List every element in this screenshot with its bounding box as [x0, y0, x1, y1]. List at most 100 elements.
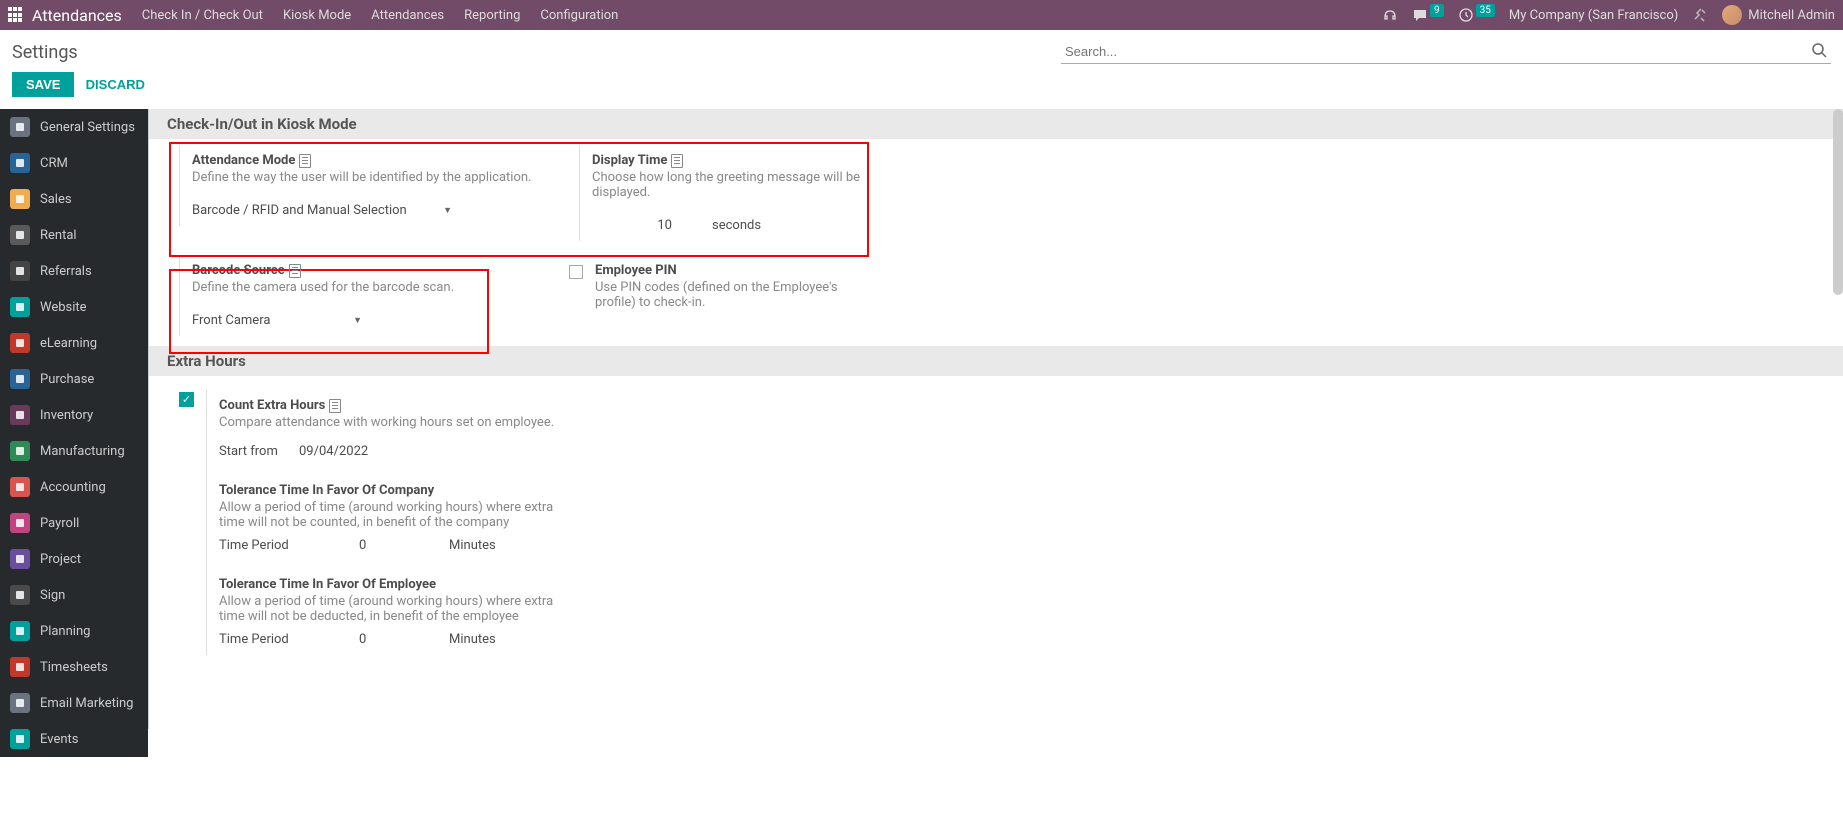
- sidebar-item-label: Inventory: [40, 408, 93, 423]
- sidebar-icon: [10, 441, 30, 461]
- sidebar-item-manufacturing[interactable]: Manufacturing: [0, 433, 148, 469]
- menu-attendances[interactable]: Attendances: [371, 8, 444, 23]
- sidebar-icon: [10, 333, 30, 353]
- sidebar-item-label: Project: [40, 552, 81, 567]
- highlight-box-2: [169, 269, 489, 354]
- sidebar-item-inventory[interactable]: Inventory: [0, 397, 148, 433]
- save-button[interactable]: SAVE: [12, 72, 74, 97]
- sidebar-item-label: Website: [40, 300, 87, 315]
- sidebar-item-label: Accounting: [40, 480, 106, 495]
- doc-icon[interactable]: [289, 264, 301, 278]
- menu-kiosk[interactable]: Kiosk Mode: [283, 8, 351, 23]
- count-extra-checkbox[interactable]: ✓: [179, 392, 194, 407]
- employee-pin-checkbox[interactable]: [569, 265, 583, 279]
- support-icon[interactable]: [1382, 7, 1398, 23]
- subheader: Settings: [0, 30, 1843, 64]
- sidebar-icon: [10, 585, 30, 605]
- sidebar-item-label: CRM: [40, 156, 68, 171]
- menu-checkin[interactable]: Check In / Check Out: [142, 8, 263, 23]
- sidebar-item-label: Payroll: [40, 516, 79, 531]
- sidebar-icon: [10, 225, 30, 245]
- doc-icon[interactable]: [299, 154, 311, 168]
- activities-icon[interactable]: 35: [1458, 7, 1495, 23]
- sidebar-item-email-marketing[interactable]: Email Marketing: [0, 685, 148, 721]
- tol-company-desc: Allow a period of time (around working h…: [219, 500, 574, 530]
- search-input[interactable]: [1061, 40, 1831, 64]
- sidebar-item-sales[interactable]: Sales: [0, 181, 148, 217]
- messages-icon[interactable]: 9: [1412, 7, 1444, 23]
- sidebar-item-payroll[interactable]: Payroll: [0, 505, 148, 541]
- start-from-label: Start from: [219, 444, 299, 459]
- search-icon[interactable]: [1811, 42, 1827, 58]
- highlight-box-1: [169, 142, 869, 257]
- employee-pin-desc: Use PIN codes (defined on the Employee's…: [595, 280, 865, 310]
- sidebar-item-label: Rental: [40, 228, 77, 243]
- sidebar-item-label: Events: [40, 732, 78, 747]
- sidebar-item-purchase[interactable]: Purchase: [0, 361, 148, 397]
- sidebar-icon: [10, 369, 30, 389]
- settings-sidebar: General Settings CRM Sales Rental Referrals W…: [0, 109, 148, 757]
- avatar: [1722, 5, 1742, 25]
- user-menu[interactable]: Mitchell Admin: [1722, 5, 1835, 25]
- sidebar-item-crm[interactable]: CRM: [0, 145, 148, 181]
- sidebar-item-website[interactable]: Website: [0, 289, 148, 325]
- sidebar-icon: [10, 513, 30, 533]
- sidebar-item-elearning[interactable]: eLearning: [0, 325, 148, 361]
- settings-main: Check-In/Out in Kiosk Mode Attendance Mo…: [148, 109, 1843, 729]
- start-from-value[interactable]: 09/04/2022: [299, 444, 368, 459]
- sidebar-item-referrals[interactable]: Referrals: [0, 253, 148, 289]
- activities-badge: 35: [1476, 4, 1495, 17]
- sidebar-item-rental[interactable]: Rental: [0, 217, 148, 253]
- sidebar-icon: [10, 117, 30, 137]
- doc-icon[interactable]: [671, 154, 683, 168]
- topbar: Attendances Check In / Check Out Kiosk M…: [0, 0, 1843, 30]
- sidebar-item-label: eLearning: [40, 336, 97, 351]
- sidebar-item-label: Sign: [40, 588, 65, 603]
- sidebar-item-planning[interactable]: Planning: [0, 613, 148, 649]
- tol-employee-period-label: Time Period: [219, 632, 359, 647]
- discard-button[interactable]: DISCARD: [86, 77, 145, 92]
- tol-employee-value[interactable]: 0: [359, 632, 449, 647]
- debug-icon[interactable]: [1692, 7, 1708, 23]
- tol-company-title: Tolerance Time In Favor Of Company: [219, 483, 434, 498]
- app-name[interactable]: Attendances: [32, 6, 122, 25]
- sidebar-icon: [10, 621, 30, 641]
- sidebar-item-project[interactable]: Project: [0, 541, 148, 577]
- sidebar-item-accounting[interactable]: Accounting: [0, 469, 148, 505]
- count-extra-title: Count Extra Hours: [219, 398, 325, 413]
- sidebar-icon: [10, 729, 30, 749]
- sidebar-item-label: Sales: [40, 192, 72, 207]
- sidebar-item-label: Timesheets: [40, 660, 108, 675]
- messages-badge: 9: [1430, 4, 1444, 17]
- sidebar-icon: [10, 261, 30, 281]
- sidebar-icon: [10, 405, 30, 425]
- sidebar-item-label: Email Marketing: [40, 696, 133, 711]
- sidebar-item-general-settings[interactable]: General Settings: [0, 109, 148, 145]
- sidebar-item-label: General Settings: [40, 120, 135, 135]
- company-switcher[interactable]: My Company (San Francisco): [1509, 8, 1678, 23]
- action-bar: SAVE DISCARD: [0, 64, 1843, 109]
- menu-configuration[interactable]: Configuration: [540, 8, 618, 23]
- sidebar-icon: [10, 477, 30, 497]
- tol-company-period-label: Time Period: [219, 538, 359, 553]
- sidebar-item-timesheets[interactable]: Timesheets: [0, 649, 148, 685]
- menu-reporting[interactable]: Reporting: [464, 8, 520, 23]
- section-kiosk-header: Check-In/Out in Kiosk Mode: [149, 109, 1843, 139]
- sidebar-icon: [10, 657, 30, 677]
- employee-pin-title: Employee PIN: [595, 263, 677, 278]
- sidebar-item-label: Manufacturing: [40, 444, 125, 459]
- page-title: Settings: [12, 42, 78, 63]
- sidebar-item-events[interactable]: Events: [0, 721, 148, 757]
- tol-employee-desc: Allow a period of time (around working h…: [219, 594, 574, 624]
- tol-company-unit: Minutes: [449, 538, 496, 553]
- count-extra-desc: Compare attendance with working hours se…: [219, 415, 574, 430]
- sidebar-item-sign[interactable]: Sign: [0, 577, 148, 613]
- apps-icon[interactable]: [8, 7, 24, 23]
- doc-icon[interactable]: [329, 399, 341, 413]
- sidebar-icon: [10, 153, 30, 173]
- sidebar-item-label: Planning: [40, 624, 90, 639]
- sidebar-item-label: Purchase: [40, 372, 94, 387]
- user-name: Mitchell Admin: [1748, 8, 1835, 23]
- sidebar-icon: [10, 693, 30, 713]
- tol-company-value[interactable]: 0: [359, 538, 449, 553]
